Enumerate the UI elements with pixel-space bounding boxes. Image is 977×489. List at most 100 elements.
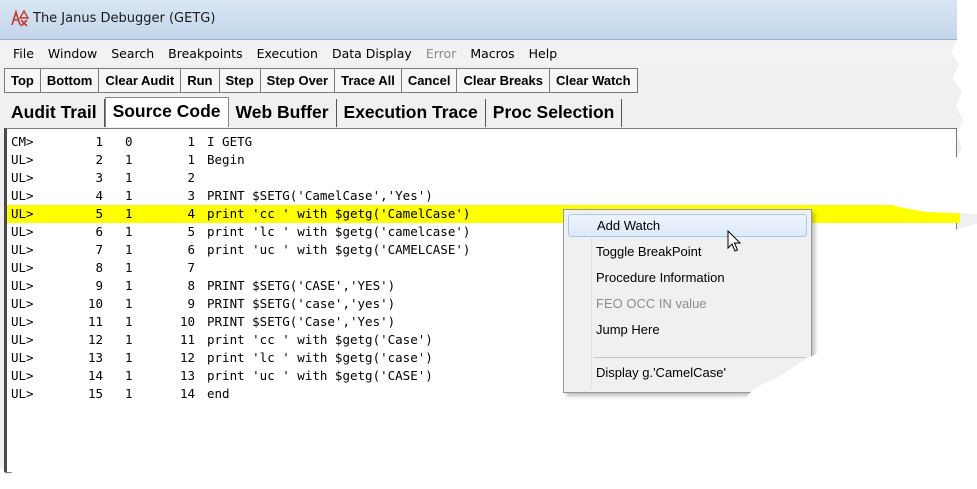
source-row[interactable]: UL> 15 1 14 end	[7, 385, 960, 403]
menu-breakpoints[interactable]: Breakpoints	[161, 46, 249, 61]
clear-breaks-button[interactable]: Clear Breaks	[457, 69, 550, 92]
source-text: print 'cc ' with $getg('Case')	[207, 332, 433, 347]
procedure-information-menu-item[interactable]: Procedure Information	[568, 266, 807, 289]
source-row[interactable]: UL> 6 1 5 print 'lc ' with $getg('camelcase'…	[7, 223, 960, 241]
source-row[interactable]: UL> 10 1 9 PRINT $SETG('case','yes')	[7, 295, 960, 313]
line-number: 6	[95, 224, 103, 239]
menu-window[interactable]: Window	[41, 46, 104, 61]
source-row[interactable]: UL> 11 1 10 PRINT $SETG('Case','Yes')	[7, 313, 960, 331]
source-row[interactable]: CM> 1 0 1 I GETG	[7, 133, 960, 151]
menu-file[interactable]: File	[6, 46, 41, 61]
source-text: PRINT $SETG('case','yes')	[207, 296, 396, 311]
run-button[interactable]: Run	[181, 69, 220, 92]
nesting-level: 1	[125, 296, 133, 311]
jump-here-menu-item[interactable]: Jump Here	[568, 318, 807, 341]
menu-bar: File Window Search Breakpoints Execution…	[0, 41, 957, 65]
nesting-level: 1	[125, 368, 133, 383]
source-text: print 'cc ' with $getg('CamelCase')	[207, 206, 471, 221]
source-text: print 'uc ' with $getg('CASE')	[207, 368, 433, 383]
mouse-pointer-icon	[727, 230, 742, 252]
row-prefix: UL>	[11, 386, 34, 401]
clear-watch-button[interactable]: Clear Watch	[549, 69, 637, 92]
tab-bar: Audit Trail Source Code Web Buffer Execu…	[4, 97, 623, 127]
source-row[interactable]: UL> 8 1 7	[7, 259, 960, 277]
line-number: 3	[95, 170, 103, 185]
top-button[interactable]: Top	[5, 69, 41, 92]
line-number: 15	[87, 386, 103, 401]
tab-audit-trail[interactable]: Audit Trail	[4, 99, 105, 127]
nesting-level: 1	[125, 206, 133, 221]
statement-number: 13	[179, 368, 195, 383]
source-row-current[interactable]: UL> 5 1 4 print 'cc ' with $getg('CamelCase'…	[7, 205, 960, 223]
source-row[interactable]: UL> 9 1 8 PRINT $SETG('CASE','YES')	[7, 277, 960, 295]
cancel-button[interactable]: Cancel	[401, 69, 458, 92]
row-prefix: UL>	[11, 242, 34, 257]
statement-number: 5	[187, 224, 195, 239]
nesting-level: 1	[125, 242, 133, 257]
tab-proc-selection[interactable]: Proc Selection	[486, 99, 623, 127]
statement-number: 9	[187, 296, 195, 311]
source-text: PRINT $SETG('Case','Yes')	[207, 314, 396, 329]
menu-help[interactable]: Help	[522, 46, 565, 61]
bottom-button[interactable]: Bottom	[40, 69, 100, 92]
statement-number: 11	[179, 332, 195, 347]
row-prefix: UL>	[11, 188, 34, 203]
toolbar: Top Bottom Clear Audit Run Step Step Ove…	[4, 68, 638, 93]
statement-number: 4	[187, 206, 195, 221]
nesting-level: 1	[125, 260, 133, 275]
source-row[interactable]: UL> 14 1 13 print 'uc ' with $getg('CASE')	[7, 367, 960, 385]
tab-source-code[interactable]: Source Code	[104, 97, 229, 127]
nesting-level: 1	[125, 350, 133, 365]
statement-number: 1	[187, 134, 195, 149]
row-prefix: UL>	[11, 278, 34, 293]
source-text: PRINT $SETG('CASE','YES')	[207, 278, 396, 293]
menu-search[interactable]: Search	[104, 46, 161, 61]
trace-all-button[interactable]: Trace All	[335, 69, 402, 92]
statement-number: 6	[187, 242, 195, 257]
nesting-level: 1	[125, 224, 133, 239]
row-prefix: UL>	[11, 332, 34, 347]
source-row[interactable]: UL> 2 1 1 Begin	[7, 151, 960, 169]
source-row[interactable]: UL> 7 1 6 print 'uc ' with $getg('CAMELCASE'…	[7, 241, 960, 259]
step-button[interactable]: Step	[219, 69, 261, 92]
statement-number: 12	[179, 350, 195, 365]
context-menu: Add Watch Toggle BreakPoint Procedure In…	[563, 209, 812, 393]
menu-macros[interactable]: Macros	[463, 46, 521, 61]
statement-number: 3	[187, 188, 195, 203]
source-text: end	[207, 386, 230, 401]
add-watch-menu-item[interactable]: Add Watch	[568, 214, 807, 237]
nesting-level: 1	[125, 152, 133, 167]
row-prefix: UL>	[11, 224, 34, 239]
statement-number: 7	[187, 260, 195, 275]
row-prefix: UL>	[11, 170, 34, 185]
title-bar: The Janus Debugger (GETG)	[0, 0, 957, 40]
clear-audit-button[interactable]: Clear Audit	[99, 69, 182, 92]
row-prefix: UL>	[11, 296, 34, 311]
line-number: 1	[95, 134, 103, 149]
step-over-button[interactable]: Step Over	[260, 69, 336, 92]
source-code-pane[interactable]: CM> 1 0 1 I GETG UL> 2 1 1 Begin UL> 3 1 2 UL> 4 1 3 PRINT…	[4, 128, 960, 473]
tab-web-buffer[interactable]: Web Buffer	[229, 99, 337, 127]
menu-execution[interactable]: Execution	[250, 46, 325, 61]
line-number: 7	[95, 242, 103, 257]
source-row[interactable]: UL> 12 1 11 print 'cc ' with $getg('Case')	[7, 331, 960, 349]
debugger-window: The Janus Debugger (GETG) File Window Se…	[0, 0, 977, 475]
source-text: I GETG	[207, 134, 253, 149]
menu-data-display[interactable]: Data Display	[325, 46, 419, 61]
line-number: 5	[95, 206, 103, 221]
source-text: print 'lc ' with $getg('case')	[207, 350, 433, 365]
source-text: print 'uc ' with $getg('CAMELCASE')	[207, 242, 471, 257]
nesting-level: 0	[125, 134, 133, 149]
nesting-level: 1	[125, 314, 133, 329]
display-variable-menu-item[interactable]: Display g.'CamelCase'	[568, 361, 807, 384]
statement-number: 14	[179, 386, 195, 401]
tab-execution-trace[interactable]: Execution Trace	[337, 99, 486, 127]
source-row[interactable]: UL> 3 1 2	[7, 169, 960, 187]
row-prefix: UL>	[11, 314, 34, 329]
source-row[interactable]: UL> 13 1 12 print 'lc ' with $getg('case')	[7, 349, 960, 367]
nesting-level: 1	[125, 278, 133, 293]
toggle-breakpoint-menu-item[interactable]: Toggle BreakPoint	[568, 240, 807, 263]
source-row[interactable]: UL> 4 1 3 PRINT $SETG('CamelCase','Yes')	[7, 187, 960, 205]
statement-number: 10	[179, 314, 195, 329]
statement-number: 2	[187, 170, 195, 185]
